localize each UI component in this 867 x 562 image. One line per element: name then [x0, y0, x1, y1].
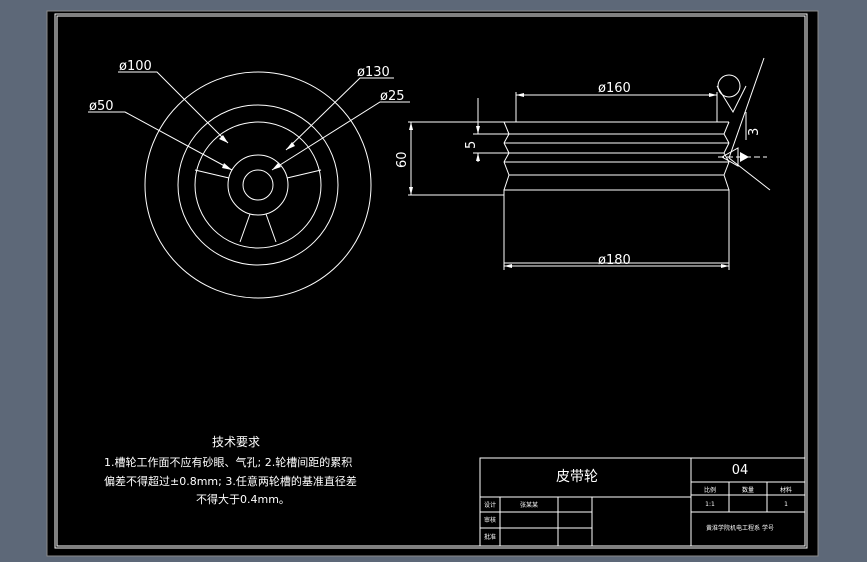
quantity-value: 1: [784, 501, 788, 508]
tech-req-line3: 不得大于0.4mm。: [196, 492, 290, 506]
designer-signature: 张某某: [520, 501, 538, 509]
row-approve: 批准: [484, 533, 496, 541]
row-check: 审核: [484, 516, 496, 524]
dim-d180: ø180: [598, 253, 631, 268]
dim-d130: ø130: [357, 65, 390, 80]
school-name: 黄淮学院机电工程系 学号: [706, 524, 774, 532]
header-quantity: 数量: [742, 486, 754, 494]
row-design: 设计: [484, 501, 496, 509]
tech-req-line1: 1.槽轮工作面不应有砂眼、气孔; 2.轮槽间距的累积: [104, 455, 352, 469]
dim-d50: ø50: [89, 99, 114, 114]
dim-60: 60: [395, 151, 410, 168]
tech-req-title: 技术要求: [212, 435, 260, 449]
dim-d160: ø160: [598, 81, 631, 96]
header-material: 材料: [780, 486, 792, 494]
header-scale: 比例: [704, 486, 716, 494]
tech-req-line2: 偏差不得超过±0.8mm; 3.任意两轮槽的基准直径差: [104, 474, 357, 488]
dim-d25: ø25: [380, 89, 405, 104]
cad-viewport[interactable]: ø100 ø130 ø50 ø25 ø160 ø180 60 5 3 技术要求 …: [0, 0, 867, 562]
scale-value: 1:1: [705, 501, 715, 508]
dim-3: 3: [747, 128, 762, 136]
part-name: 皮带轮: [556, 469, 598, 485]
dim-5: 5: [464, 141, 479, 149]
drawing-number: 04: [732, 463, 749, 478]
dim-d100: ø100: [119, 59, 152, 74]
drawing-canvas[interactable]: ø100 ø130 ø50 ø25 ø160 ø180 60 5 3 技术要求 …: [0, 0, 867, 562]
